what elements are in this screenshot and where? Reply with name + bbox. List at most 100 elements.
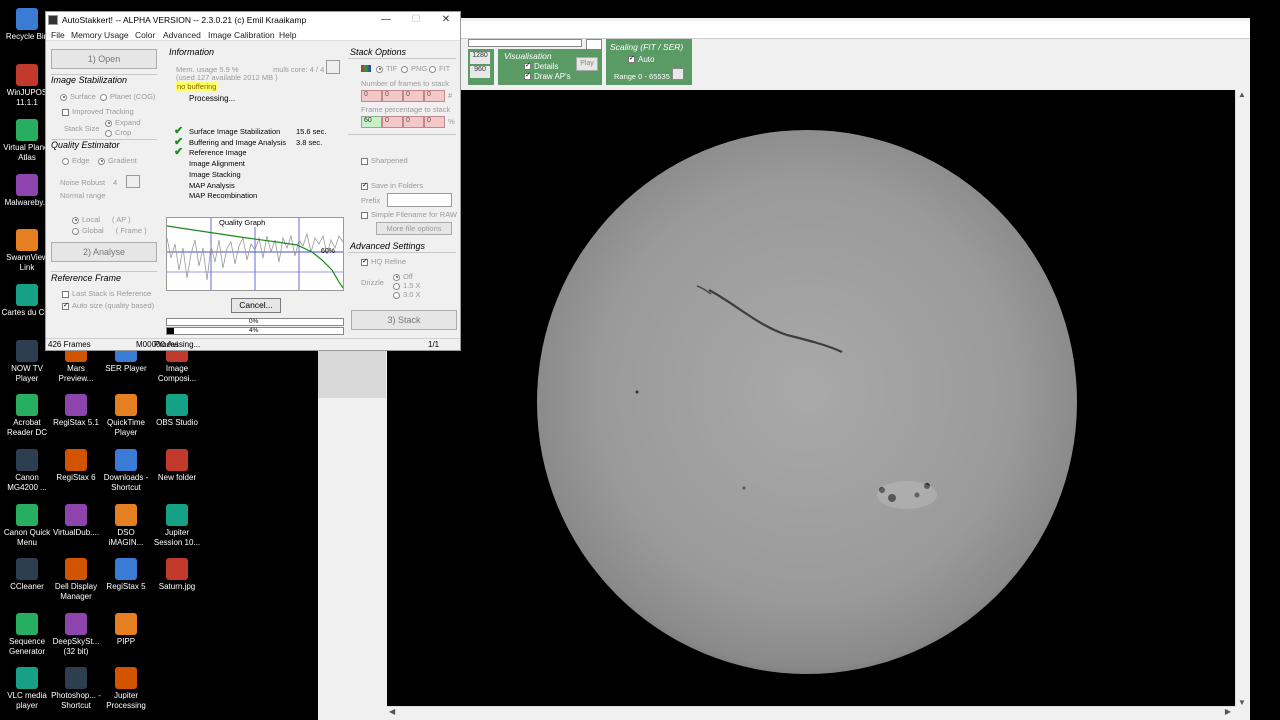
close-icon[interactable]: ✕ [431, 13, 461, 27]
planet-cog-radio[interactable]: Planet (COG) [100, 92, 155, 101]
frames-input-4[interactable]: 0 [424, 90, 445, 102]
scaling-auto-checkbox[interactable]: Auto [628, 54, 654, 64]
desktop-icon-document[interactable]: Jupiter Processing [99, 667, 153, 711]
quality-graph: Quality Graph 60% [166, 217, 344, 291]
desktop-icon-registax[interactable]: RegiStax 5 [99, 558, 153, 592]
improved-tracking-checkbox[interactable]: Improved Tracking [62, 107, 134, 116]
maximize-icon[interactable]: ☐ [401, 13, 431, 27]
local-ap-radio[interactable]: Local ( AP ) [72, 215, 131, 224]
desktop-icon-label: Photoshop... - Shortcut [51, 691, 101, 710]
global-frame-radio[interactable]: Global ( Frame ) [72, 226, 147, 235]
auto-size-checkbox[interactable]: Auto size (quality based) [62, 301, 154, 310]
scroll-right-icon[interactable]: ▶ [1225, 707, 1231, 716]
open-button[interactable]: 1) Open [51, 49, 157, 69]
scaling-tool-button[interactable] [672, 68, 684, 80]
save-in-folders-checkbox[interactable]: Save in Folders [361, 181, 423, 190]
drizzle-label: Drizzle [361, 278, 384, 287]
desktop-icon-document[interactable]: Jupiter Session 10... [150, 504, 204, 548]
frames-input-1[interactable]: 0 [361, 90, 382, 102]
desktop-icon-dso-imaging[interactable]: DSO iMAGIN... [99, 504, 153, 548]
hq-refine-checkbox[interactable]: HQ Refine [361, 257, 406, 266]
desktop-icon-vlc[interactable]: VLC media player [0, 667, 54, 711]
percent-input-2[interactable]: 0 [382, 116, 403, 128]
details-checkbox[interactable]: Details [524, 61, 558, 71]
format-fit-radio[interactable]: FIT [429, 64, 450, 73]
format-tif-radio[interactable]: TIF [376, 64, 397, 73]
desktop-icon-deepskystacker[interactable]: DeepSkySt... (32 bit) [49, 613, 103, 657]
desktop-icon-canon-printer[interactable]: Canon MG4200 ... [0, 449, 54, 493]
sharpened-checkbox[interactable]: Sharpened [361, 156, 408, 165]
menu-image-calibration[interactable]: Image Calibration [208, 30, 275, 40]
menu-file[interactable]: File [51, 30, 65, 40]
frames-input-2[interactable]: 0 [382, 90, 403, 102]
drizzle-30-radio[interactable]: 3.0 X [393, 290, 421, 299]
desktop-icon-dell-display[interactable]: Dell Display Manager [49, 558, 103, 602]
draw-aps-checkbox[interactable]: Draw AP's [524, 71, 571, 81]
color-format-icon [361, 65, 371, 72]
format-fit-label: FIT [439, 64, 451, 73]
desktop-icon-obs[interactable]: OBS Studio [150, 394, 204, 428]
desktop-icon-registax[interactable]: RegiStax 5.1 [49, 394, 103, 428]
format-png-radio[interactable]: PNG [401, 64, 427, 73]
drizzle-15-radio[interactable]: 1.5 X [393, 281, 421, 290]
desktop-icon-acrobat[interactable]: Acrobat Reader DC [0, 394, 54, 438]
desktop-icon-registax[interactable]: RegiStax 6 [49, 449, 103, 483]
desktop-icon-canon-quick-menu[interactable]: Canon Quick Menu [0, 504, 54, 548]
nowtv-icon [16, 340, 38, 362]
horizontal-scrollbar[interactable]: ◀ ▶ [387, 706, 1235, 718]
menu-help[interactable]: Help [279, 30, 296, 40]
desktop-icon-downloads[interactable]: Downloads - Shortcut [99, 449, 153, 493]
scroll-up-icon[interactable]: ▲ [1236, 90, 1248, 99]
cancel-button[interactable]: Cancel... [231, 298, 281, 313]
crop-radio[interactable]: Crop [105, 128, 131, 137]
menu-advanced[interactable]: Advanced [163, 30, 201, 40]
cartes-du-ciel-icon [16, 284, 38, 306]
solar-image-viewport[interactable] [387, 90, 1235, 706]
desktop-icon-photoshop[interactable]: Photoshop... - Shortcut [49, 667, 103, 711]
winjupos-icon [16, 64, 38, 86]
ser-frame-slider[interactable] [468, 39, 582, 47]
menu-color[interactable]: Color [135, 30, 155, 40]
scroll-left-icon[interactable]: ◀ [389, 707, 395, 716]
last-stack-reference-checkbox[interactable]: Last Stack is Reference [62, 289, 151, 298]
play-button[interactable]: Play [576, 57, 598, 71]
surface-radio[interactable]: Surface [60, 92, 96, 101]
prefix-input[interactable] [387, 193, 452, 207]
desktop-icon-label: OBS Studio [156, 418, 198, 427]
edge-radio[interactable]: Edge [62, 156, 90, 165]
desktop-icon-sequence-generator[interactable]: Sequence Generator [0, 613, 54, 657]
registax-icon [65, 449, 87, 471]
drizzle-off-radio[interactable]: Off [393, 272, 413, 281]
as-statusbar: 426 Frames M00000.Avi Processing... 1/1 [46, 338, 460, 350]
desktop-icon-quicktime[interactable]: QuickTime Player [99, 394, 153, 438]
noise-slider-icon[interactable] [126, 175, 140, 188]
desktop-icon-ccleaner[interactable]: CCleaner [0, 558, 54, 592]
noise-robust-value[interactable]: 4 [113, 178, 117, 187]
frames-unit: # [448, 91, 453, 100]
desktop-icon-pipp[interactable]: PIPP [99, 613, 153, 647]
percent-input-4[interactable]: 0 [424, 116, 445, 128]
menu-memory-usage[interactable]: Memory Usage [71, 30, 129, 40]
desktop-icon-label: Downloads - Shortcut [103, 473, 149, 492]
percent-input-3[interactable]: 0 [403, 116, 424, 128]
ser-height-value: 960 [470, 66, 490, 78]
percent-input-1[interactable]: 60 [361, 116, 382, 128]
scroll-down-icon[interactable]: ▼ [1236, 698, 1248, 707]
desktop-icon-label: New folder [157, 473, 197, 482]
info-settings-icon[interactable] [326, 60, 340, 74]
desktop-icon-image-file[interactable]: Saturn.jpg [150, 558, 204, 592]
analyse-button[interactable]: 2) Analyse [51, 242, 157, 262]
expand-radio[interactable]: Expand [105, 118, 140, 127]
vertical-scrollbar[interactable]: ▲ ▼ [1235, 90, 1248, 707]
more-file-options-button[interactable]: More file options [376, 222, 452, 235]
scaling-panel: Scaling (FIT / SER) Auto Range 0 - 65535 [606, 39, 692, 85]
gradient-radio[interactable]: Gradient [98, 156, 137, 165]
desktop-icon-virtualdub[interactable]: VirtualDub.... [49, 504, 103, 538]
stack-button[interactable]: 3) Stack [351, 310, 457, 330]
pipp-icon [115, 613, 137, 635]
desktop-icon-folder[interactable]: New folder [150, 449, 204, 483]
downloads-icon [115, 449, 137, 471]
simple-filename-checkbox[interactable]: Simple Filename for RAW [361, 210, 457, 219]
frames-input-3[interactable]: 0 [403, 90, 424, 102]
minimize-icon[interactable]: — [371, 13, 401, 27]
